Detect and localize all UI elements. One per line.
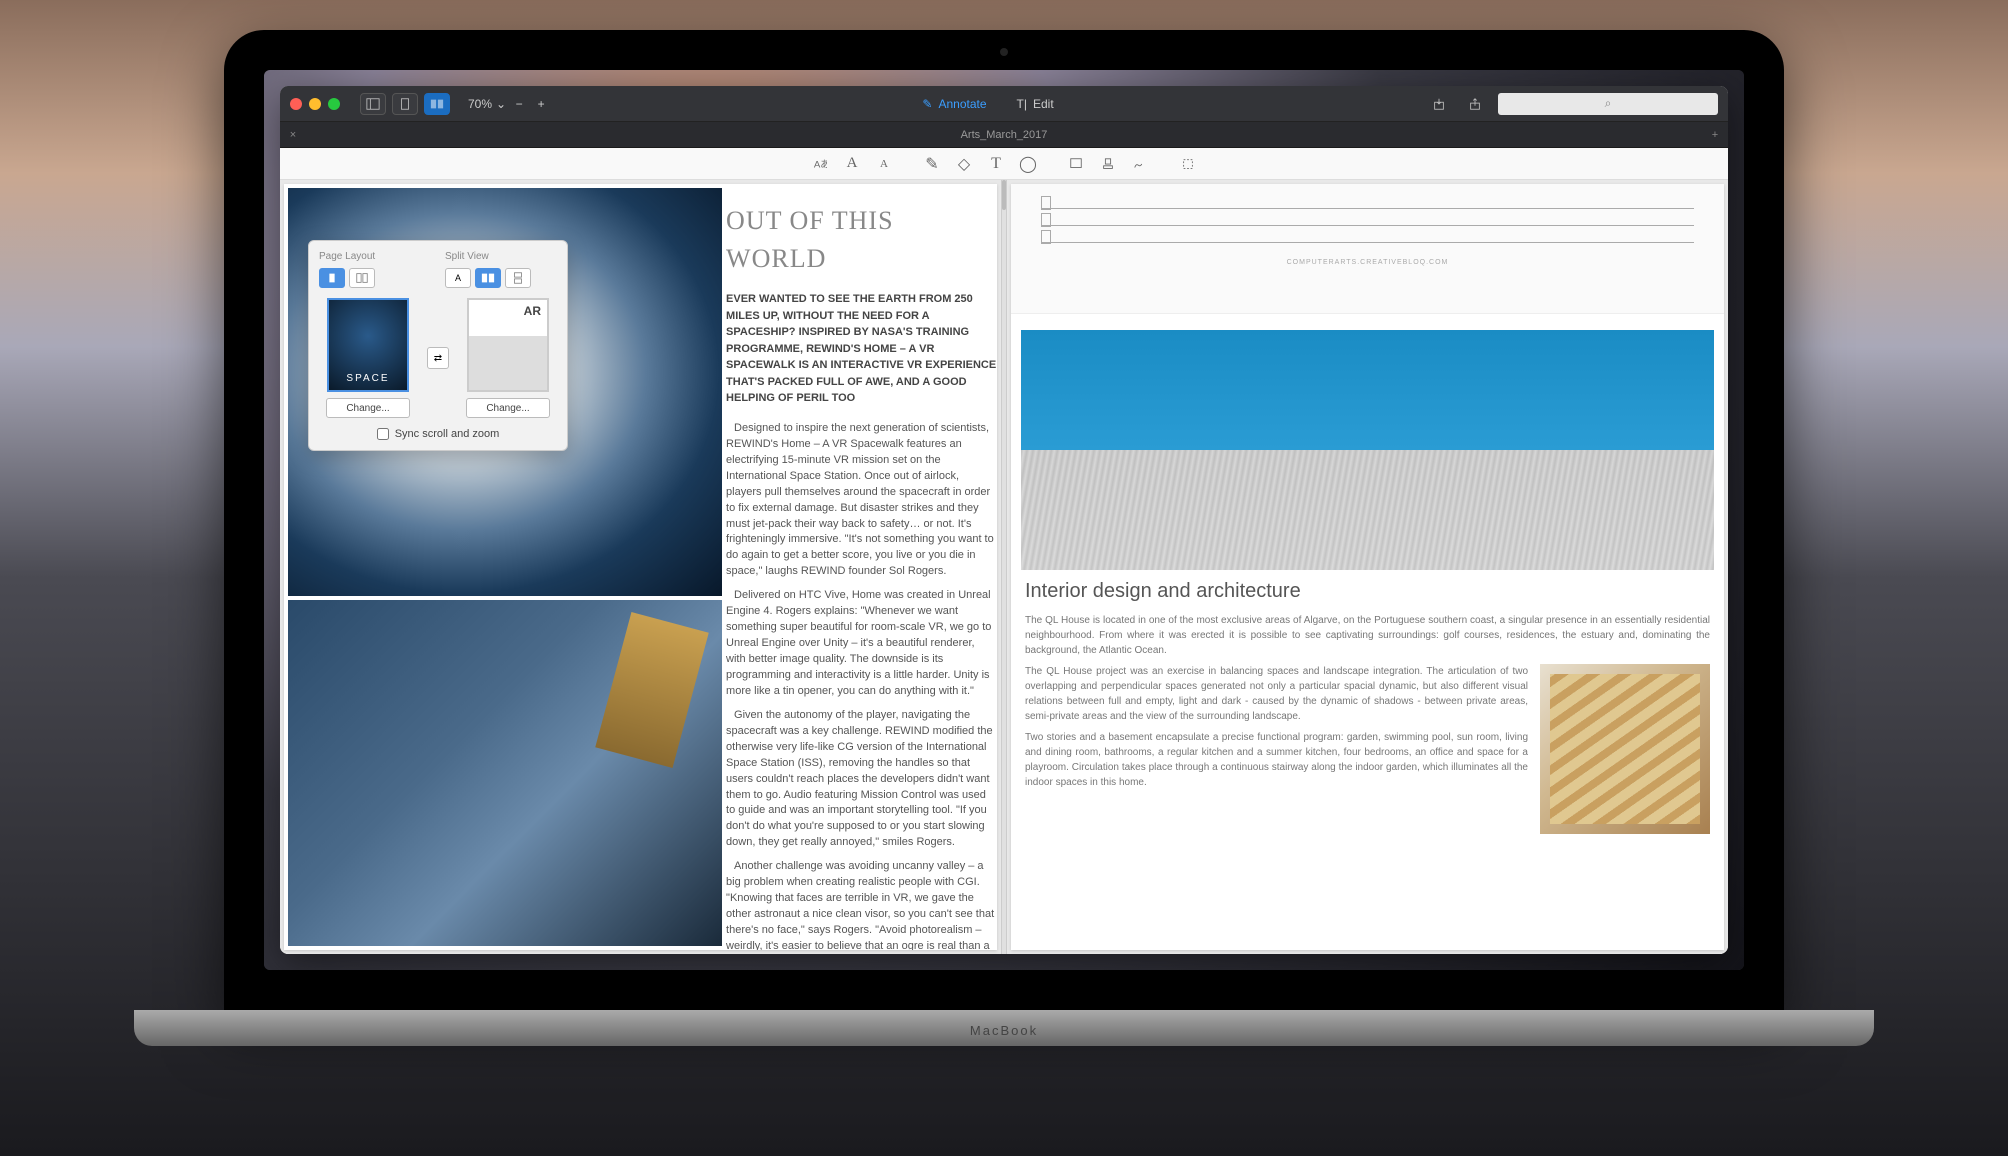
font-smaller-icon[interactable]: A: [875, 155, 893, 173]
article-title: OUT OF THIS WORLD: [726, 202, 997, 277]
article-lead: EVER WANTED TO SEE THE EARTH FROM 250 MI…: [726, 291, 997, 407]
signature-tool-icon[interactable]: [1131, 155, 1149, 173]
laptop-brand-label: MacBook: [970, 1023, 1038, 1038]
split-horizontal-button[interactable]: [475, 268, 501, 288]
change-left-doc-button[interactable]: Change...: [326, 398, 410, 418]
two-page-layout-button[interactable]: [349, 268, 375, 288]
right-doc-thumbnail[interactable]: [467, 298, 549, 392]
titlebar-right: ⌕: [1426, 93, 1718, 115]
text-cursor-icon: T|: [1017, 97, 1027, 111]
minimize-window-button[interactable]: [309, 98, 321, 110]
laptop-frame: 70% ⌄ − + ✎ Annotate T| Edit: [224, 30, 1784, 1010]
view-options-popover: Page Layout Split View A: [308, 240, 568, 451]
laptop-camera: [1000, 48, 1008, 56]
close-tab-button[interactable]: ×: [280, 129, 306, 141]
note-tool-icon[interactable]: [1067, 155, 1085, 173]
split-none-button[interactable]: A: [445, 268, 471, 288]
search-input[interactable]: ⌕: [1498, 93, 1718, 115]
sync-scroll-zoom-checkbox[interactable]: Sync scroll and zoom: [319, 428, 557, 440]
split-view-label: Split View: [445, 251, 557, 262]
annotation-toolbar: Aあ A A ✎ ◇ T ◯: [280, 148, 1728, 180]
left-page-article: OUT OF THIS WORLD EVER WANTED TO SEE THE…: [726, 184, 997, 950]
zoom-out-button[interactable]: −: [510, 95, 528, 113]
iss-earth-image: [288, 600, 722, 946]
zoom-in-button[interactable]: +: [532, 95, 550, 113]
select-tool-icon[interactable]: [1179, 155, 1197, 173]
single-page-button[interactable]: [392, 93, 418, 115]
edit-mode-button[interactable]: T| Edit: [1017, 97, 1054, 111]
tab-title[interactable]: Arts_March_2017: [306, 129, 1702, 141]
import-button[interactable]: [1426, 93, 1452, 115]
close-window-button[interactable]: [290, 98, 302, 110]
new-tab-button[interactable]: +: [1702, 129, 1728, 141]
article-paragraph: Delivered on HTC Vive, Home was created …: [726, 588, 997, 700]
screen: 70% ⌄ − + ✎ Annotate T| Edit: [264, 70, 1744, 970]
chevron-down-icon[interactable]: ⌄: [496, 97, 506, 111]
staircase-photo: [1540, 664, 1710, 834]
architecture-photo: [1021, 330, 1714, 570]
sync-label: Sync scroll and zoom: [395, 428, 500, 440]
tab-bar: × Arts_March_2017 +: [280, 122, 1728, 148]
article-body: Designed to inspire the next generation …: [726, 421, 997, 950]
right-article-paragraph: The QL House project was an exercise in …: [1025, 664, 1528, 724]
shape-tool-icon[interactable]: ◯: [1019, 155, 1037, 173]
svg-text:Aあ: Aあ: [814, 159, 827, 170]
left-doc-thumbnail[interactable]: [327, 298, 409, 392]
view-mode-buttons: [360, 93, 450, 115]
content-area: OUT OF THIS WORLD EVER WANTED TO SEE THE…: [280, 180, 1728, 954]
sync-checkbox-input[interactable]: [377, 428, 389, 440]
article-paragraph: Designed to inspire the next generation …: [726, 421, 997, 580]
app-window: 70% ⌄ − + ✎ Annotate T| Edit: [280, 86, 1728, 954]
split-view-button[interactable]: [424, 93, 450, 115]
pen-tool-icon[interactable]: ✎: [923, 155, 941, 173]
zoom-control: 70% ⌄ − +: [468, 95, 550, 113]
page-layout-label: Page Layout: [319, 251, 431, 262]
right-article-paragraph: Two stories and a basement encapsulate a…: [1025, 730, 1528, 790]
stamp-tool-icon[interactable]: [1099, 155, 1117, 173]
share-button[interactable]: [1462, 93, 1488, 115]
annotate-mode-button[interactable]: ✎ Annotate: [922, 97, 986, 111]
text-tool-icon[interactable]: T: [987, 155, 1005, 173]
fullscreen-window-button[interactable]: [328, 98, 340, 110]
search-icon: ⌕: [1605, 96, 1612, 111]
right-pane: COMPUTERARTS.CREATIVEBLOQ.COM Interior d…: [1011, 184, 1724, 950]
page-credit: COMPUTERARTS.CREATIVEBLOQ.COM: [1041, 259, 1694, 266]
divider-grip-icon: [1002, 180, 1006, 210]
article-paragraph: Given the autonomy of the player, naviga…: [726, 708, 997, 851]
edit-label: Edit: [1033, 97, 1054, 111]
right-page-article: Interior design and architecture The QL …: [1011, 570, 1724, 844]
single-page-layout-button[interactable]: [319, 268, 345, 288]
mode-switcher: ✎ Annotate T| Edit: [560, 97, 1416, 111]
laptop-base: MacBook: [134, 1010, 1874, 1046]
change-right-doc-button[interactable]: Change...: [466, 398, 550, 418]
font-bigger-icon[interactable]: A: [843, 155, 861, 173]
architectural-elevation-drawing: COMPUTERARTS.CREATIVEBLOQ.COM: [1011, 184, 1724, 314]
titlebar: 70% ⌄ − + ✎ Annotate T| Edit: [280, 86, 1728, 122]
text-style-icon[interactable]: Aあ: [811, 155, 829, 173]
split-divider[interactable]: [1001, 180, 1007, 954]
article-paragraph: Another challenge was avoiding uncanny v…: [726, 859, 997, 950]
zoom-value[interactable]: 70%: [468, 97, 492, 111]
window-controls: [290, 98, 340, 110]
eraser-tool-icon[interactable]: ◇: [955, 155, 973, 173]
right-article-heading: Interior design and architecture: [1025, 580, 1710, 603]
pencil-icon: ✎: [922, 97, 932, 111]
split-vertical-button[interactable]: [505, 268, 531, 288]
swap-docs-button[interactable]: ⇄: [427, 347, 449, 369]
sidebar-toggle-button[interactable]: [360, 93, 386, 115]
annotate-label: Annotate: [938, 97, 986, 111]
right-article-intro: The QL House is located in one of the mo…: [1025, 613, 1710, 658]
